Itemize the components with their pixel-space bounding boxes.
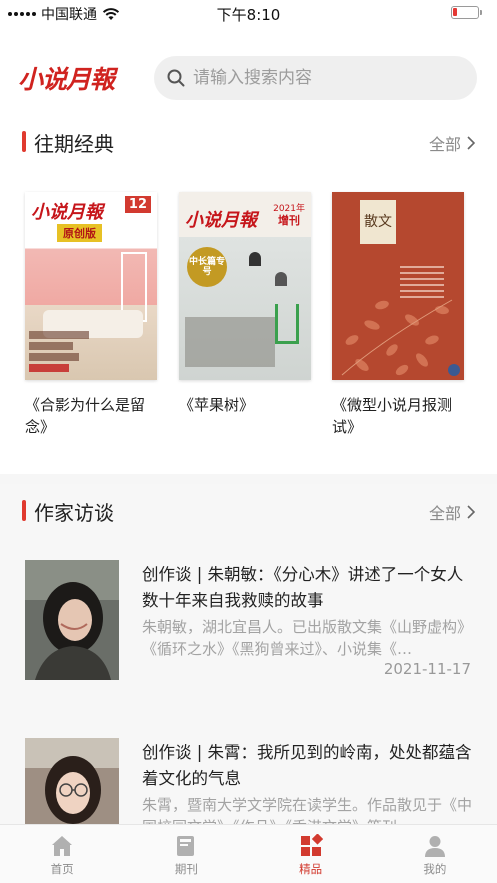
cover-art-leaves — [341, 299, 453, 376]
cover-art-chair — [275, 304, 299, 344]
section-accent-bar — [22, 131, 26, 152]
book-title[interactable]: 《苹果树》 — [179, 394, 313, 416]
cover-art-text-lines — [29, 328, 89, 372]
book-card[interactable]: 散文 《微型小说月报测试》 — [332, 192, 466, 438]
cover-emblem — [448, 364, 460, 376]
battery-icon — [451, 6, 482, 19]
book-title[interactable]: 《合影为什么是留念》 — [25, 394, 159, 438]
status-bar: 中国联通 下午8:10 — [0, 0, 497, 26]
interview-title[interactable]: 创作谈 | 朱朝敏：《分心木》讲述了一个女人数十年来自我救赎的故事 — [142, 562, 476, 614]
book-cover[interactable]: 散文 — [332, 192, 464, 380]
chevron-right-icon — [467, 136, 475, 150]
section-divider — [0, 474, 497, 484]
tab-home[interactable]: 首页 — [0, 825, 124, 883]
person-icon — [424, 836, 445, 857]
status-time: 下午8:10 — [216, 6, 281, 24]
home-icon — [52, 836, 73, 856]
interview-summary: 朱朝敏，湖北宜昌人。已出版散文集《山野虚构》《循环之水》《黑狗曾来过》、小说集《… — [142, 618, 473, 658]
tab-bar: 首页 期刊 精品 我的 — [0, 824, 497, 883]
author-photo[interactable] — [25, 738, 119, 824]
chevron-right-icon — [467, 505, 475, 519]
tab-label: 我的 — [423, 862, 447, 876]
classics-title: 往期经典 — [34, 132, 114, 156]
interview-title[interactable]: 创作谈 | 朱霄：我所见到的岭南，处处都蕴含着文化的气息 — [142, 740, 476, 792]
book-card[interactable]: 小说月報 2021年 增刊 中长篇专号 《苹果树》 — [179, 192, 313, 416]
interviews-more-link[interactable]: 全部 — [429, 500, 475, 524]
tab-label: 首页 — [50, 862, 74, 876]
cover-issue: 12 — [124, 196, 151, 213]
search-input[interactable] — [193, 68, 453, 88]
cover-art-lamp — [275, 272, 287, 286]
app-logo: 小说月報 — [18, 65, 115, 94]
cover-art-table — [185, 317, 275, 367]
classics-more-link[interactable]: 全部 — [429, 131, 475, 155]
author-portrait-image — [25, 738, 119, 824]
book-cover[interactable]: 小说月報 2021年 增刊 中长篇专号 — [179, 192, 311, 380]
book-title[interactable]: 《微型小说月报测试》 — [332, 394, 466, 438]
cover-tag: 原创版 — [57, 224, 102, 242]
interviews-header: 作家访谈 全部 — [0, 496, 497, 526]
book-icon — [177, 836, 195, 856]
more-label: 全部 — [428, 135, 461, 154]
tab-journals[interactable]: 期刊 — [124, 825, 248, 883]
cover-masthead: 小说月報 — [185, 210, 257, 231]
cover-issue-label: 增刊 — [278, 214, 301, 227]
tab-profile[interactable]: 我的 — [373, 825, 497, 883]
more-label: 全部 — [428, 504, 461, 523]
book-cover[interactable]: 小说月報 12 原创版 — [25, 192, 157, 380]
classics-header: 往期经典 全部 — [0, 127, 497, 157]
tab-label: 期刊 — [174, 862, 198, 876]
header: 小说月報 — [0, 56, 497, 102]
tab-featured[interactable]: 精品 — [249, 825, 373, 883]
cover-year: 2021年 增刊 — [273, 204, 305, 226]
section-accent-bar — [22, 500, 26, 521]
author-portrait-image — [25, 560, 119, 680]
diamond-grid-icon — [300, 834, 323, 856]
search-bar[interactable] — [154, 56, 477, 100]
cover-masthead: 小说月報 — [31, 202, 103, 223]
search-icon — [167, 69, 185, 87]
interview-date: 2021-11-17 — [383, 660, 471, 678]
tab-label: 精品 — [299, 862, 323, 876]
interviews-section: 作家访谈 全部 创作谈 | 朱朝敏：《分心木》讲述了一个女人数十年来自我救赎的故… — [0, 484, 497, 836]
cover-art-lamp — [249, 252, 261, 266]
cover-masthead: 散文 — [360, 200, 396, 244]
interviews-title: 作家访谈 — [34, 501, 114, 525]
cover-badge: 中长篇专号 — [187, 247, 227, 287]
book-card[interactable]: 小说月報 12 原创版 《合影为什么是留念》 — [25, 192, 159, 438]
battery-level — [453, 8, 457, 16]
author-photo[interactable] — [25, 560, 119, 680]
